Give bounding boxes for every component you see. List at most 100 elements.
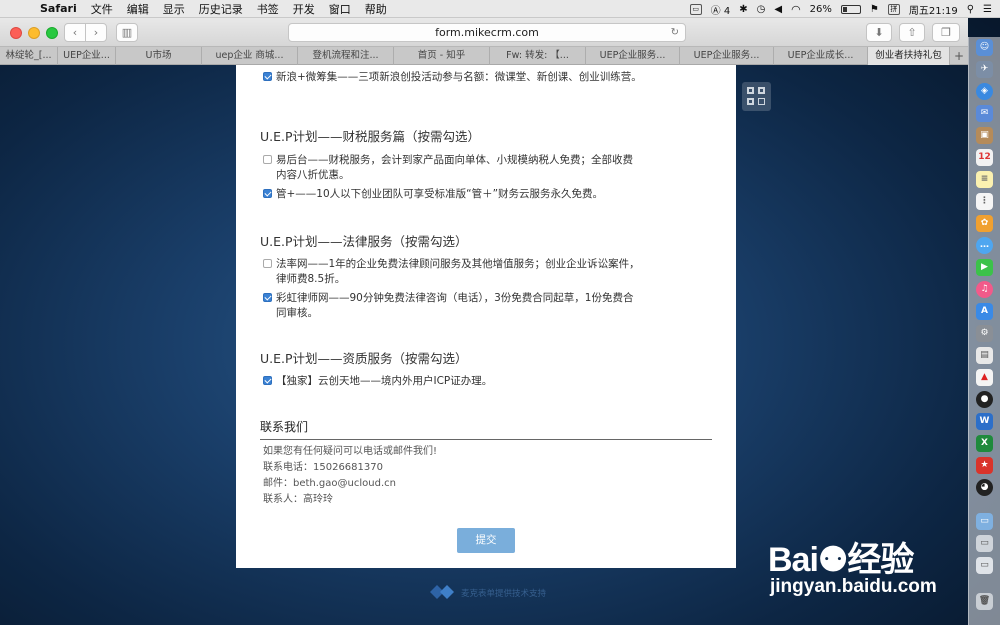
tab-7[interactable]: Fw: 转发: 【... bbox=[490, 47, 586, 65]
calendar-icon[interactable]: 12 bbox=[976, 149, 993, 166]
wps-icon[interactable]: ★ bbox=[976, 457, 993, 474]
url-text: form.mikecrm.com bbox=[435, 26, 539, 39]
word-icon[interactable]: W bbox=[976, 413, 993, 430]
mail-icon[interactable]: ✉ bbox=[976, 105, 993, 122]
downloads-button[interactable]: ⬇ bbox=[866, 23, 892, 42]
checkbox-yunchuang[interactable] bbox=[263, 376, 272, 385]
checkbox-sina[interactable] bbox=[263, 72, 272, 81]
paw-icon: ⚉ bbox=[817, 541, 849, 579]
share-button[interactable]: ⇧ bbox=[899, 23, 925, 42]
menu-file[interactable]: 文件 bbox=[91, 1, 113, 17]
menu-bookmarks[interactable]: 书签 bbox=[257, 1, 279, 17]
time-machine-icon[interactable]: ◷ bbox=[757, 4, 766, 15]
app-store-icon[interactable]: A bbox=[976, 303, 993, 320]
menu-bar: Safari 文件 编辑 显示 历史记录 书签 开发 窗口 帮助 ▭ Ⓐ 4 ✱… bbox=[0, 0, 1000, 18]
photos-icon[interactable]: ✿ bbox=[976, 215, 993, 232]
menu-window[interactable]: 窗口 bbox=[329, 1, 351, 17]
contact-title: 联系我们 bbox=[260, 420, 309, 434]
checkbox-falvwang[interactable] bbox=[263, 259, 272, 268]
menu-history[interactable]: 历史记录 bbox=[199, 1, 243, 17]
tab-4[interactable]: uep企业 商城... bbox=[202, 47, 298, 65]
reload-icon[interactable]: ↻ bbox=[671, 24, 679, 41]
baidu-watermark: Bai⚉经验 jingyan.baidu.com bbox=[768, 532, 937, 597]
tab-8[interactable]: UEP企业服务... bbox=[586, 47, 680, 65]
option-sina[interactable]: 新浪+微筹集——三项新浪创投活动参与名额：微课堂、新创课、创业训练营。 bbox=[263, 70, 643, 85]
clock[interactable]: 周五21:19 bbox=[909, 2, 958, 17]
preview-icon[interactable]: ▤ bbox=[976, 347, 993, 364]
safari-icon[interactable]: ◈ bbox=[976, 83, 993, 100]
menu-help[interactable]: 帮助 bbox=[365, 1, 387, 17]
notes-icon[interactable]: ≡ bbox=[976, 171, 993, 188]
contacts-icon[interactable]: ▣ bbox=[976, 127, 993, 144]
screen-icon[interactable]: ▭ bbox=[689, 3, 702, 15]
acrobat-icon[interactable]: ▲ bbox=[976, 369, 993, 386]
battery-icon bbox=[840, 4, 861, 14]
tab-bar: 林绽轮_[... UEP企业... U市场 uep企业 商城... 登机流程和注… bbox=[0, 47, 968, 65]
battery-percent[interactable]: 26% bbox=[810, 4, 832, 15]
volume-icon[interactable]: ◀ bbox=[774, 4, 782, 15]
checkbox-yihoutai[interactable] bbox=[263, 155, 272, 164]
preferences-icon[interactable]: ⚙ bbox=[976, 325, 993, 342]
address-bar[interactable]: form.mikecrm.com ↻ bbox=[288, 23, 686, 42]
sidebar-button[interactable]: ▥ bbox=[116, 23, 138, 42]
bluetooth-icon[interactable]: ✱ bbox=[739, 4, 747, 15]
new-tab-button[interactable]: + bbox=[950, 47, 968, 64]
forward-button[interactable]: › bbox=[85, 23, 107, 42]
qq-icon[interactable]: ◕ bbox=[976, 479, 993, 496]
excel-icon[interactable]: X bbox=[976, 435, 993, 452]
contact-intro: 如果您有任何疑问可以电话或邮件我们! bbox=[263, 446, 438, 457]
section-title-tax: U.E.P计划——财税服务篇（按需勾选） bbox=[260, 129, 481, 144]
tab-active[interactable]: 创业者扶持礼包 bbox=[868, 47, 950, 65]
tab-3[interactable]: U市场 bbox=[116, 47, 202, 65]
folder-icon[interactable]: ▭ bbox=[976, 513, 993, 530]
adobe-icon: Ⓐ bbox=[710, 5, 721, 17]
input-method-icon[interactable]: 拼 bbox=[887, 3, 900, 15]
qr-code-button[interactable] bbox=[742, 82, 771, 111]
back-button[interactable]: ‹ bbox=[64, 23, 86, 42]
messages-icon[interactable]: … bbox=[976, 237, 993, 254]
tab-6[interactable]: 首页 - 知乎 bbox=[394, 47, 490, 65]
itunes-icon[interactable]: ♫ bbox=[976, 281, 993, 298]
screenshot-folder-icon[interactable]: ▭ bbox=[976, 535, 993, 552]
checkbox-guanjia[interactable] bbox=[263, 189, 272, 198]
menu-view[interactable]: 显示 bbox=[163, 1, 185, 17]
tab-9[interactable]: UEP企业服务... bbox=[680, 47, 774, 65]
search-icon[interactable]: ⚲ bbox=[967, 4, 974, 15]
reminders-icon[interactable]: ⋮ bbox=[976, 193, 993, 210]
trash-icon[interactable]: 🗑 bbox=[976, 593, 993, 610]
adobe-count[interactable]: Ⓐ 4 bbox=[711, 2, 731, 17]
flag-icon[interactable]: ⚑ bbox=[870, 4, 879, 15]
tab-10[interactable]: UEP企业成长... bbox=[774, 47, 868, 65]
option-caihong[interactable]: 彩虹律师网——90分钟免费法律咨询（电话），3份免费合同起草，1份免费合同审核。 bbox=[263, 291, 643, 321]
close-window-button[interactable] bbox=[10, 27, 22, 39]
section-title-legal: U.E.P计划——法律服务（按需勾选） bbox=[260, 234, 468, 249]
wifi-icon[interactable]: ◠ bbox=[791, 3, 801, 16]
option-falvwang[interactable]: 法率网——1年的企业免费法律顾问服务及其他增值服务；创业企业诉讼案件，律师费8.… bbox=[263, 257, 643, 287]
contact-phone: 联系电话：15026681370 bbox=[263, 462, 383, 473]
status-area: ▭ Ⓐ 4 ✱ ◷ ◀ ◠ 26% ⚑ 拼 周五21:19 ⚲ ☰ bbox=[689, 0, 992, 18]
obs-icon[interactable]: ● bbox=[976, 391, 993, 408]
minimize-window-button[interactable] bbox=[28, 27, 40, 39]
tab-1[interactable]: 林绽轮_[... bbox=[0, 47, 58, 65]
option-yunchuang[interactable]: 【独家】云创天地——境内外用户ICP证办理。 bbox=[263, 374, 643, 389]
notification-center-icon[interactable]: ☰ bbox=[983, 4, 992, 15]
tab-2[interactable]: UEP企业... bbox=[58, 47, 116, 65]
watermark-url: jingyan.baidu.com bbox=[770, 576, 937, 597]
tab-5[interactable]: 登机流程和注... bbox=[298, 47, 394, 65]
app-menu[interactable]: Safari bbox=[40, 2, 77, 15]
footer-credit: 麦克表单提供技术支持 bbox=[461, 589, 547, 599]
option-yihoutai[interactable]: 易后台——财税服务，会计到家产品面向单体、小规模纳税人免费；全部收费内容八折优惠… bbox=[263, 153, 643, 183]
menu-edit[interactable]: 编辑 bbox=[127, 1, 149, 17]
launchpad-icon[interactable]: ✈ bbox=[976, 61, 993, 78]
option-guanjia[interactable]: 管+——10人以下创业团队可享受标准版“管＋”财务云服务永久免费。 bbox=[263, 187, 643, 202]
facetime-icon[interactable]: ▶ bbox=[976, 259, 993, 276]
show-tabs-button[interactable]: ❐ bbox=[932, 23, 960, 42]
qr-code-icon bbox=[747, 87, 754, 94]
downloads-stack-icon[interactable]: ▭ bbox=[976, 557, 993, 574]
zoom-window-button[interactable] bbox=[46, 27, 58, 39]
finder-icon[interactable]: ☺ bbox=[976, 39, 993, 56]
browser-toolbar: ‹ › ▥ form.mikecrm.com ↻ ⬇ ⇧ ❐ bbox=[0, 18, 968, 47]
menu-develop[interactable]: 开发 bbox=[293, 1, 315, 17]
checkbox-caihong[interactable] bbox=[263, 293, 272, 302]
submit-button[interactable]: 提交 bbox=[457, 528, 515, 553]
